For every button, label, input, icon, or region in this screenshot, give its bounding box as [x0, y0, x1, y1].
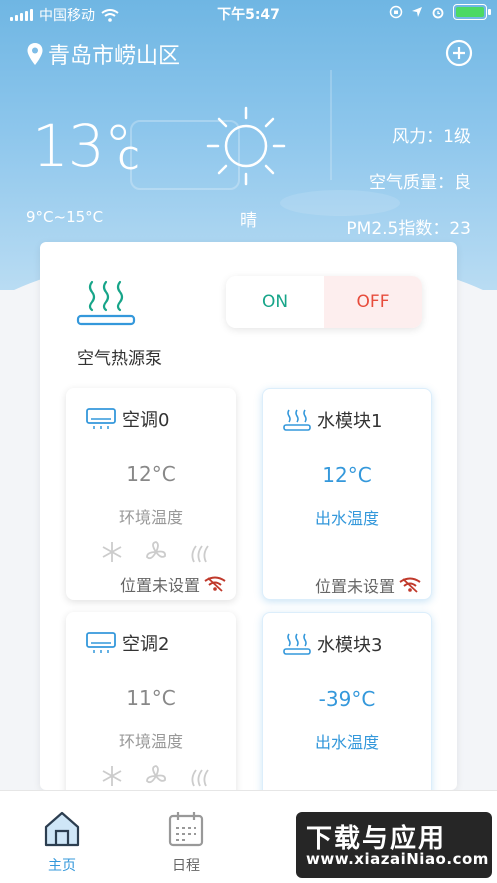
heat-icon	[191, 769, 209, 787]
heat-pump-icon	[76, 280, 136, 326]
device-temperature: 11°C	[126, 686, 176, 710]
device-card-ac0[interactable]: 空调0 12°C 环境温度 位置未设置	[66, 388, 236, 600]
power-on-button[interactable]: ON	[226, 276, 324, 328]
tab-label: 日程	[172, 858, 200, 874]
device-caption: 环境温度	[118, 508, 183, 527]
device-caption: 出水温度	[314, 733, 379, 752]
air-conditioner-icon	[86, 408, 116, 429]
home-icon	[44, 811, 80, 847]
heat-icon	[191, 545, 209, 563]
water-module-icon	[283, 633, 311, 655]
status-bar: 中国移动 下午5:47	[0, 0, 497, 26]
device-caption: 环境温度	[118, 732, 183, 751]
device-temperature: -39°C	[318, 687, 376, 711]
power-toggle: ON OFF	[226, 276, 422, 328]
air-quality: 空气质量：良	[369, 173, 471, 193]
sunny-icon	[206, 106, 286, 186]
device-temperature: 12°C	[126, 462, 176, 486]
fan-icon	[146, 541, 166, 560]
tab-label: 主页	[48, 858, 76, 874]
snowflake-icon	[102, 542, 122, 562]
device-panel: 空气热源泵 ON OFF 空调0 12°C 环境温度 位置未设置 水模块1 12…	[40, 242, 457, 790]
power-off-button[interactable]: OFF	[324, 276, 422, 328]
device-name: 空调0	[122, 410, 170, 431]
watermark-url: www.xiazaiNiao.com	[306, 850, 489, 868]
orientation-lock-icon	[389, 5, 403, 19]
snowflake-icon	[102, 766, 122, 786]
location-label: 青岛市崂山区	[48, 44, 181, 69]
fan-icon	[146, 765, 166, 784]
battery-icon	[453, 4, 491, 20]
calendar-icon	[168, 812, 204, 847]
device-name: 空调2	[122, 634, 170, 655]
tab-schedule[interactable]: 日程	[146, 809, 226, 875]
alarm-icon	[432, 7, 444, 19]
add-icon[interactable]	[445, 39, 473, 67]
water-module-icon	[283, 409, 311, 431]
watermark-logo: 下载与应用 www.xiazaiNiao.com	[296, 812, 492, 878]
wifi-off-icon	[399, 577, 421, 593]
tab-home[interactable]: 主页	[22, 809, 102, 875]
location-selector[interactable]: 青岛市崂山区	[26, 38, 180, 70]
device-temperature: 12°C	[322, 463, 372, 487]
location-pin-icon	[27, 43, 43, 65]
air-conditioner-icon	[86, 632, 116, 653]
device-card-ac2[interactable]: 空调2 11°C 环境温度	[66, 612, 236, 790]
wifi-off-icon	[204, 576, 226, 592]
background-plant	[330, 70, 400, 180]
current-temperature: 13°	[32, 112, 133, 180]
device-name: 水模块1	[317, 411, 383, 432]
device-card-water1[interactable]: 水模块1 12°C 出水温度 位置未设置	[262, 388, 432, 600]
device-location: 位置未设置	[314, 577, 395, 596]
device-caption: 出水温度	[314, 509, 379, 528]
wind-level: 风力：1级	[392, 127, 471, 147]
temperature-unit: C	[118, 142, 139, 177]
device-name: 水模块3	[317, 635, 383, 656]
device-card-water3[interactable]: 水模块3 -39°C 出水温度	[262, 612, 432, 790]
pm25-index: PM2.5指数：23	[346, 219, 471, 239]
device-location: 位置未设置	[119, 576, 200, 595]
location-arrow-icon	[412, 7, 422, 17]
heat-pump-label: 空气热源泵	[77, 349, 162, 369]
